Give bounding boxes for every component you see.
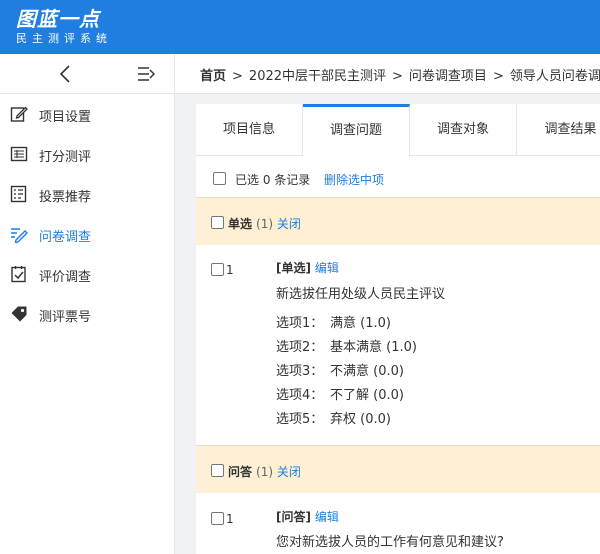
- list-icon: [10, 185, 27, 203]
- brand-logo: 图蓝一点: [16, 7, 100, 31]
- option-row: 选项5： 弃权 (0.0): [276, 408, 391, 427]
- menu-fold-icon[interactable]: [137, 66, 155, 82]
- question-number: 1: [226, 263, 234, 277]
- select-all-checkbox[interactable]: [213, 172, 226, 185]
- group-title: 问答 (1) 关闭: [228, 463, 301, 480]
- option-row: 选项1： 满意 (1.0): [276, 312, 391, 331]
- question-checkbox[interactable]: [211, 263, 224, 276]
- group-checkbox[interactable]: [211, 216, 224, 229]
- tab-results[interactable]: 调查结果: [517, 104, 600, 156]
- question-type-tag: [单选] 编辑: [276, 259, 339, 276]
- tab-bar: 项目信息 调查问题 调查对象 调查结果: [196, 104, 600, 157]
- sidebar-item-survey[interactable]: 问卷调查: [0, 214, 174, 254]
- table-icon: [10, 146, 28, 162]
- option-label: 选项5：: [276, 412, 324, 427]
- group-close-link[interactable]: 关闭: [277, 465, 301, 479]
- survey-panel: 项目信息 调查问题 调查对象 调查结果 已选 0 条记录 删除选中项 单选 (1)…: [196, 104, 600, 554]
- sidebar-item-label: 测评票号: [39, 310, 92, 325]
- group-count: (1): [256, 217, 274, 231]
- sidebar-item-scoring[interactable]: 打分测评: [0, 134, 174, 174]
- sidebar-item-label: 问卷调查: [39, 230, 92, 245]
- option-label: 选项4：: [276, 388, 324, 403]
- group-count: (1): [256, 465, 274, 479]
- chevron-left-icon[interactable]: [58, 64, 72, 84]
- question-tag: [问答]: [276, 510, 311, 524]
- option-value: 不满意 (0.0): [330, 364, 404, 379]
- sidebar-item-project-settings[interactable]: 项目设置: [0, 94, 174, 134]
- option-row: 选项2： 基本满意 (1.0): [276, 336, 417, 355]
- group-close-link[interactable]: 关闭: [277, 217, 301, 231]
- option-value: 满意 (1.0): [330, 316, 391, 331]
- edit-question-link[interactable]: 编辑: [315, 261, 339, 275]
- option-label: 选项1：: [276, 316, 324, 331]
- sidebar: 项目设置 打分测评 投票推荐 问卷调查 评价调查 测评票号: [0, 54, 175, 554]
- question-checkbox[interactable]: [211, 512, 224, 525]
- question-text: 新选拔任用处级人员民主评议: [276, 287, 446, 302]
- top-bar: 图蓝一点 民主测评系统: [0, 0, 600, 54]
- tab-targets[interactable]: 调查对象: [410, 104, 517, 156]
- tab-questions[interactable]: 调查问题: [303, 104, 410, 157]
- group-title: 单选 (1) 关闭: [228, 215, 301, 232]
- selection-bar: 已选 0 条记录 删除选中项: [196, 156, 600, 197]
- brand-subtitle: 民主测评系统: [16, 32, 112, 45]
- breadcrumb: 首页 >2022中层干部民主测评 > 问卷调查项目 > 领导人员问卷调: [200, 65, 600, 84]
- sidebar-item-evaluation[interactable]: 评价调查: [0, 254, 174, 294]
- selection-count: 已选 0 条记录: [235, 173, 311, 187]
- breadcrumb-item[interactable]: 2022中层干部民主测评: [249, 69, 386, 84]
- sidebar-item-label: 打分测评: [39, 150, 92, 165]
- breadcrumb-bar: 首页 >2022中层干部民主测评 > 问卷调查项目 > 领导人员问卷调: [175, 54, 600, 94]
- option-row: 选项3： 不满意 (0.0): [276, 360, 404, 379]
- edit-question-link[interactable]: 编辑: [315, 510, 339, 524]
- edit-icon: [10, 106, 28, 122]
- option-value: 不了解 (0.0): [330, 388, 404, 403]
- group-header-qa: 问答 (1) 关闭: [196, 445, 600, 493]
- sidebar-item-vote[interactable]: 投票推荐: [0, 174, 174, 214]
- tag-icon: [11, 306, 27, 322]
- sidebar-item-label: 投票推荐: [39, 190, 92, 205]
- sidebar-item-label: 项目设置: [39, 110, 92, 125]
- sidebar-item-label: 评价调查: [39, 270, 92, 285]
- group-header-single: 单选 (1) 关闭: [196, 197, 600, 245]
- question-type-tag: [问答] 编辑: [276, 508, 339, 525]
- group-type: 单选: [228, 217, 253, 231]
- breadcrumb-separator: >: [492, 69, 504, 84]
- option-value: 弃权 (0.0): [330, 412, 391, 427]
- pen-icon: [11, 228, 28, 243]
- option-label: 选项2：: [276, 340, 324, 355]
- delete-selected-link[interactable]: 删除选中项: [324, 171, 384, 188]
- breadcrumb-home[interactable]: 首页: [200, 69, 226, 84]
- option-row: 选项4： 不了解 (0.0): [276, 384, 404, 403]
- sidebar-header: [0, 54, 174, 94]
- question-number: 1: [226, 512, 234, 526]
- breadcrumb-item: 领导人员问卷调: [509, 69, 600, 84]
- check-icon: [11, 266, 26, 283]
- option-label: 选项3：: [276, 364, 324, 379]
- group-type: 问答: [228, 465, 253, 479]
- question-text: 您对新选拔人员的工作有何意见和建议?: [276, 535, 504, 550]
- tab-project-info[interactable]: 项目信息: [196, 104, 303, 156]
- group-checkbox[interactable]: [211, 464, 224, 477]
- breadcrumb-separator: >: [232, 69, 243, 84]
- question-tag: [单选]: [276, 261, 311, 275]
- option-value: 基本满意 (1.0): [330, 340, 417, 355]
- sidebar-item-ballot-number[interactable]: 测评票号: [0, 294, 174, 334]
- breadcrumb-separator: >: [392, 69, 403, 84]
- breadcrumb-item[interactable]: 问卷调查项目: [409, 69, 487, 84]
